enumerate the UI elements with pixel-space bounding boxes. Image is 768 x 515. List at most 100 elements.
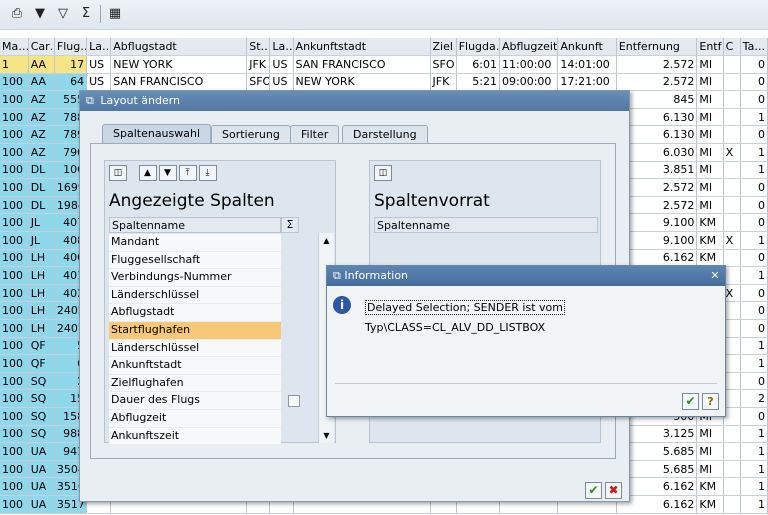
continue-button[interactable]: ✔	[682, 393, 699, 410]
table-cell: 17	[54, 55, 88, 74]
list-item[interactable]: Mandant	[109, 234, 281, 252]
table-cell	[723, 90, 741, 109]
cancel-button[interactable]: ✖	[605, 482, 622, 499]
column-header[interactable]: Ankunftstadt	[293, 38, 431, 57]
table-cell: KM	[696, 231, 724, 250]
toolbar: ⎙ ▼ ▽ Σ ▦	[0, 0, 768, 30]
table-cell	[723, 178, 741, 197]
table-cell: MI	[696, 125, 724, 145]
move-up-icon[interactable]: ▲	[138, 165, 157, 181]
table-cell: 100	[0, 108, 29, 127]
column-header[interactable]: Entfernung	[616, 38, 698, 57]
table-cell: 100	[0, 442, 29, 461]
move-down-icon[interactable]: ▼	[158, 165, 177, 181]
table-cell: 0	[740, 90, 768, 109]
message-line-2: Typ\CLASS=CL_ALV_DD_LISTBOX	[365, 321, 546, 334]
sum-column-icon: Σ	[281, 217, 299, 233]
table-cell: 100	[0, 266, 29, 285]
list-item[interactable]: Länderschlüssel	[109, 339, 281, 358]
scroll-up-icon[interactable]: ▲	[321, 235, 332, 246]
column-header[interactable]: Ankunft	[557, 38, 617, 57]
table-cell: MI	[696, 73, 724, 92]
table-cell: MI	[696, 460, 724, 479]
list-item[interactable]: Ankunftszeit	[109, 427, 281, 446]
table-cell: 1	[740, 495, 768, 514]
table-cell	[723, 495, 741, 514]
column-header[interactable]: Ziel	[430, 38, 457, 57]
table-cell	[723, 73, 741, 92]
table-cell: DL	[28, 196, 55, 215]
close-icon[interactable]: ✕	[708, 269, 722, 283]
tab-sortierung[interactable]: Sortierung	[211, 125, 291, 143]
column-header[interactable]: Ta…	[740, 38, 768, 57]
column-header[interactable]: Abflugzeit	[499, 38, 559, 57]
message-line-1: Delayed Selection; SENDER ist vom	[365, 300, 565, 315]
table-cell: AZ	[28, 125, 55, 145]
tab-filter[interactable]: Filter	[290, 125, 340, 143]
table-row[interactable]: 100 AA 64 US SAN FRANCISCO SFO US NEW YORK JFK 5:…	[0, 73, 768, 92]
list-item[interactable]: Länderschlüssel	[109, 286, 281, 305]
tab-darstellung[interactable]: Darstellung	[342, 125, 428, 143]
table-cell: US	[86, 55, 112, 74]
table-cell: 100	[0, 231, 29, 250]
list-item[interactable]: Startflughafen	[109, 322, 281, 340]
information-dialog-titlebar[interactable]: ⧉ Information	[327, 266, 725, 286]
table-cell: 0	[740, 125, 768, 145]
layout-icon[interactable]: ▦	[106, 5, 124, 23]
table-cell: 17:21:00	[557, 73, 617, 92]
move-bottom-icon[interactable]: ⤓	[198, 165, 217, 181]
column-header[interactable]: Entf	[696, 38, 724, 57]
tab-spaltenauswahl[interactable]: Spaltenauswahl	[102, 124, 212, 144]
table-cell	[723, 425, 741, 444]
list-item[interactable]: Fluggesellschaft	[109, 251, 281, 270]
table-cell: 1	[740, 460, 768, 479]
sum-checkbox[interactable]	[288, 395, 300, 408]
list-item[interactable]: Abflugzeit	[109, 410, 281, 428]
list-item[interactable]: Ankunftstadt	[109, 357, 281, 375]
table-cell: SAN FRANCISCO	[293, 55, 431, 74]
displayed-columns-panel: ◫ ▲ ▼ ⤒ ⤓ Angezeigte Spalten Spaltenname Σ …	[104, 160, 336, 446]
filter-clear-icon[interactable]: ▽	[54, 5, 72, 23]
column-header[interactable]: Abflugstadt	[110, 38, 248, 57]
column-header[interactable]: Flug…	[54, 38, 88, 57]
filter-icon[interactable]: ▼	[31, 5, 49, 23]
table-cell	[723, 477, 741, 496]
list-item[interactable]: Abflugstadt	[109, 304, 281, 322]
layout-dialog-titlebar[interactable]: ⧉ Layout ändern	[80, 91, 629, 111]
confirm-button[interactable]: ✔	[585, 482, 602, 499]
table-cell: 1	[740, 161, 768, 180]
help-button[interactable]: ?	[702, 393, 719, 410]
table-cell: 1	[740, 477, 768, 496]
table-cell: 1	[740, 266, 768, 285]
list-item[interactable]: Zielflughafen	[109, 374, 281, 393]
information-dialog: ⧉ Information ✕ i Delayed Selection; SEN…	[326, 265, 726, 417]
table-cell	[723, 55, 741, 74]
list-item[interactable]: Verbindungs-Nummer	[109, 269, 281, 287]
table-cell: UA	[28, 495, 55, 514]
table-cell	[723, 196, 741, 215]
table-cell: SQ	[28, 425, 55, 444]
table-cell: MI	[696, 55, 724, 74]
column-header[interactable]: Flugda…	[456, 38, 501, 57]
column-header[interactable]: St…	[246, 38, 271, 57]
column-header[interactable]: Ma…	[0, 38, 29, 57]
table-cell: 5:21	[456, 73, 501, 92]
table-cell: AA	[28, 73, 55, 92]
dialog-divider	[335, 383, 717, 384]
toolbar-separator	[100, 5, 101, 23]
column-header[interactable]: Car…	[28, 38, 55, 57]
move-top-icon[interactable]: ⤒	[178, 165, 197, 181]
print-icon[interactable]: ⎙	[8, 5, 26, 23]
column-header[interactable]: La…	[86, 38, 112, 57]
column-header[interactable]: La…	[269, 38, 294, 57]
find-icon-right[interactable]: ◫	[374, 165, 392, 181]
column-header[interactable]: C	[723, 38, 741, 57]
table-cell: 100	[0, 495, 29, 514]
list-item[interactable]: Dauer des Flugs	[109, 392, 281, 410]
find-icon[interactable]: ◫	[109, 165, 127, 181]
table-cell	[723, 125, 741, 145]
sum-icon[interactable]: Σ	[77, 5, 95, 23]
table-row[interactable]: 1 AA 17 US NEW YORK JFK US SAN FRANCISCO SFO 6:01…	[0, 55, 768, 74]
table-cell: MI	[696, 425, 724, 444]
scroll-down-icon[interactable]: ▼	[321, 430, 332, 441]
